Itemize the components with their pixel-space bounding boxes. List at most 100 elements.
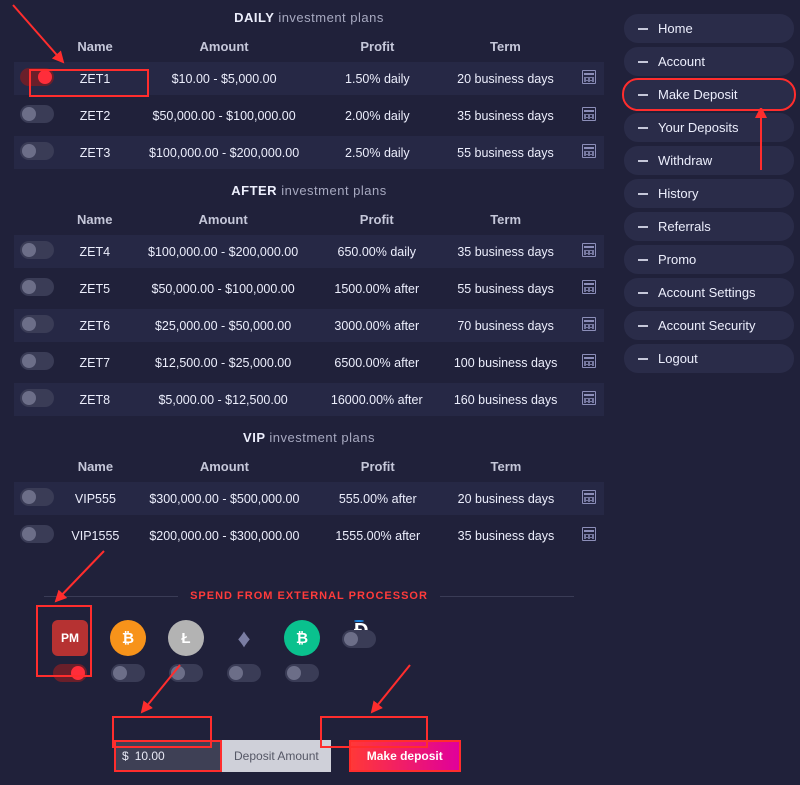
plan-toggle[interactable] [20,241,54,259]
sidebar-item-account-security[interactable]: Account Security [624,311,794,340]
plan-profit: 6500.00% after [317,346,437,379]
plan-term: 160 business days [437,383,575,416]
sidebar-item-promo[interactable]: Promo [624,245,794,274]
calculator-icon[interactable] [582,317,596,331]
processor-toggle[interactable] [285,664,319,682]
sidebar-item-home[interactable]: Home [624,14,794,43]
deposit-row: $ Deposit Amount Make deposit [114,740,574,772]
sidebar-item-logout[interactable]: Logout [624,344,794,373]
plan-profit: 2.00% daily [318,99,437,132]
sidebar-item-label: Logout [658,351,698,366]
th-amount: Amount [130,35,318,58]
calculator-icon[interactable] [582,70,596,84]
btc-icon[interactable]: ₿ [110,620,146,656]
amount-label: Deposit Amount [222,740,331,772]
table-row: ZET6$25,000.00 - $50,000.003000.00% afte… [14,309,604,342]
payment-processor-bch: ₿ [284,620,320,682]
calculator-icon[interactable] [582,243,596,257]
table-row: ZET3$100,000.00 - $200,000.002.50% daily… [14,136,604,169]
section-title-rest: investment plans [281,183,387,198]
plan-toggle[interactable] [20,389,54,407]
sidebar-item-label: Withdraw [658,153,712,168]
processor-toggle[interactable] [342,630,376,648]
table-row: VIP555$300,000.00 - $500,000.00555.00% a… [14,482,604,515]
table-row: ZET4$100,000.00 - $200,000.00650.00% dai… [14,235,604,268]
plan-toggle[interactable] [20,68,54,86]
plan-toggle[interactable] [20,105,54,123]
sidebar-item-label: Referrals [658,219,711,234]
amount-input[interactable] [135,749,197,763]
annotation-arrow-icon [746,108,776,178]
sidebar-item-label: Account [658,54,705,69]
plan-name: ZET8 [60,383,130,416]
th-term: Term [438,455,575,478]
amount-field[interactable]: $ [114,740,222,772]
th-profit: Profit [317,208,437,231]
dash-icon [638,226,648,228]
th-amount: Amount [131,455,318,478]
payment-processor-eth: ♦ [226,620,262,682]
bch-icon[interactable]: ₿ [284,620,320,656]
table-row: ZET2$50,000.00 - $100,000.002.00% daily3… [14,99,604,132]
plan-term: 70 business days [437,309,575,342]
dash-icon[interactable]: Đ [354,620,364,622]
plan-name: ZET3 [60,136,130,169]
plan-term: 35 business days [437,235,575,268]
calculator-icon[interactable] [582,107,596,121]
pm-icon[interactable]: PM [52,620,88,656]
sidebar-item-account[interactable]: Account [624,47,794,76]
plan-amount: $100,000.00 - $200,000.00 [130,235,317,268]
plan-toggle[interactable] [20,315,54,333]
sidebar-item-referrals[interactable]: Referrals [624,212,794,241]
payment-title-wrap: SPEND FROM EXTERNAL PROCESSOR [44,590,574,602]
plan-toggle[interactable] [20,142,54,160]
payment-processors: PM ₿ Ł ♦ ₿ Đ [44,620,574,682]
sidebar-item-label: History [658,186,698,201]
dash-icon [638,292,648,294]
calculator-icon[interactable] [582,144,596,158]
dash-icon [638,259,648,261]
payment-title: SPEND FROM EXTERNAL PROCESSOR [190,590,428,602]
table-row: ZET1$10.00 - $5,000.001.50% daily20 busi… [14,62,604,95]
calculator-icon[interactable] [582,354,596,368]
plan-amount: $100,000.00 - $200,000.00 [130,136,318,169]
ltc-icon[interactable]: Ł [168,620,204,656]
dash-icon [638,28,648,30]
sidebar-item-label: Your Deposits [658,120,738,135]
table-row: ZET8$5,000.00 - $12,500.0016000.00% afte… [14,383,604,416]
plan-amount: $5,000.00 - $12,500.00 [130,383,317,416]
plan-profit: 2.50% daily [318,136,437,169]
processor-toggle[interactable] [53,664,87,682]
eth-icon[interactable]: ♦ [226,620,262,656]
th-term: Term [437,208,575,231]
plan-name: ZET4 [60,235,130,268]
th-amount: Amount [130,208,317,231]
plan-amount: $300,000.00 - $500,000.00 [131,482,318,515]
sidebar-item-history[interactable]: History [624,179,794,208]
sidebar-item-make-deposit[interactable]: Make Deposit [624,80,794,109]
sidebar-item-account-settings[interactable]: Account Settings [624,278,794,307]
plan-name: ZET5 [60,272,130,305]
plan-toggle[interactable] [20,278,54,296]
annotation-arrow-icon [8,0,88,70]
calculator-icon[interactable] [582,527,596,541]
divider [440,596,574,597]
plan-profit: 1500.00% after [317,272,437,305]
plan-toggle[interactable] [20,525,54,543]
calculator-icon[interactable] [582,490,596,504]
plan-term: 20 business days [438,482,575,515]
section-title-after: AFTER investment plans [14,183,604,198]
plan-toggle[interactable] [20,488,54,506]
plan-table-vip: Name Amount Profit Term VIP555$300,000.0… [14,451,604,556]
section-title-daily: DAILY investment plans [14,10,604,25]
plan-toggle[interactable] [20,352,54,370]
calculator-icon[interactable] [582,391,596,405]
plan-table-daily: Name Amount Profit Term ZET1$10.00 - $5,… [14,31,604,173]
calculator-icon[interactable] [582,280,596,294]
processor-toggle[interactable] [227,664,261,682]
section-title-bold: DAILY [234,10,274,25]
plan-term: 100 business days [437,346,575,379]
th-term: Term [437,35,575,58]
make-deposit-button[interactable]: Make deposit [349,740,461,772]
plan-amount: $25,000.00 - $50,000.00 [130,309,317,342]
